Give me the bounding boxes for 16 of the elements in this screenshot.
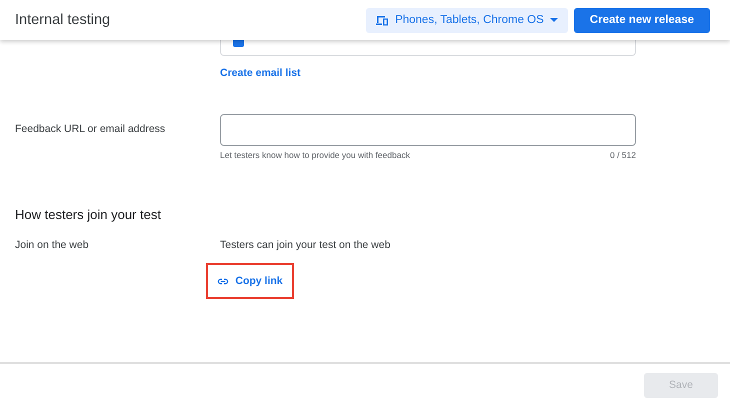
device-dropdown[interactable]: Phones, Tablets, Chrome OS — [366, 8, 568, 32]
copy-link-button[interactable]: Copy link — [217, 275, 283, 287]
character-counter: 0 / 512 — [610, 150, 636, 160]
field-label: Feedback URL or email address — [15, 123, 166, 135]
caret-icon — [550, 18, 558, 22]
devices-icon — [376, 14, 390, 26]
description-text: Testers can join your test on the web — [220, 239, 390, 251]
page-title: Internal testing — [15, 12, 112, 28]
create-release-button[interactable]: Create new release — [574, 8, 710, 32]
input-field[interactable] — [220, 114, 636, 146]
section-heading: How testers join your test — [15, 207, 161, 222]
row-label: Join on the web — [15, 239, 89, 251]
link-icon — [217, 278, 230, 284]
helper-text: Let testers know how to provide you with feedback — [220, 150, 410, 160]
checkbox[interactable] — [233, 40, 244, 47]
create-email-list-link[interactable]: Create email list — [220, 67, 301, 79]
